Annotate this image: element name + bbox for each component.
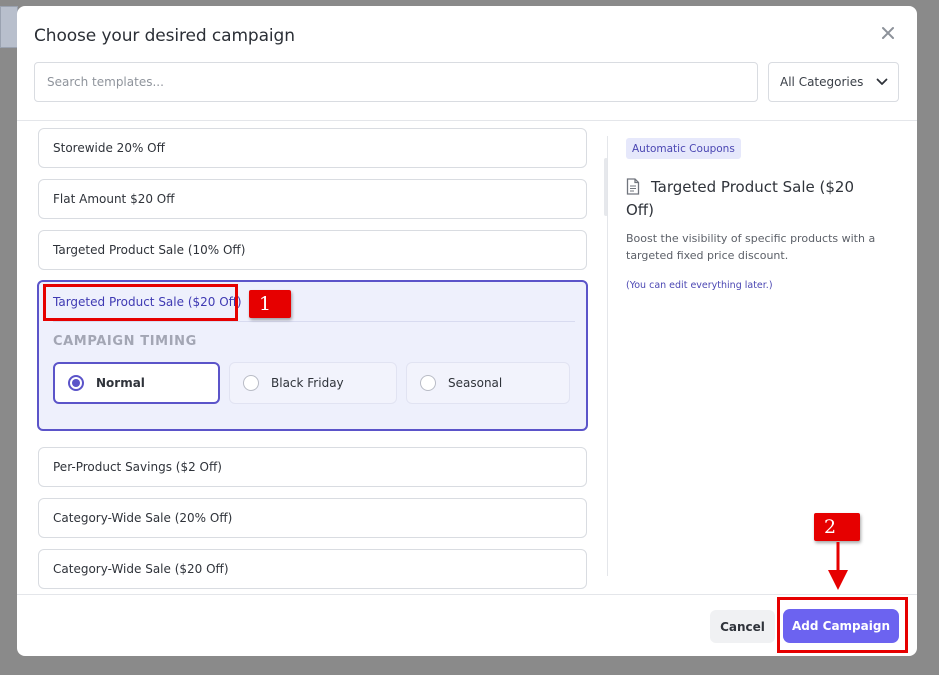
timing-option-seasonal[interactable]: Seasonal (406, 362, 570, 404)
preview-note: (You can edit everything later.) (626, 280, 773, 291)
timing-option-normal[interactable]: Normal (53, 362, 220, 404)
search-input[interactable] (34, 62, 758, 102)
template-label: Flat Amount $20 Off (53, 192, 175, 206)
footer-divider (17, 594, 917, 595)
campaign-modal: Choose your desired campaign All Categor… (17, 6, 917, 656)
template-label: Category-Wide Sale (20% Off) (53, 511, 233, 525)
template-label: Per-Product Savings ($2 Off) (53, 460, 222, 474)
panel-divider (607, 136, 608, 576)
template-item[interactable]: Category-Wide Sale (20% Off) (38, 498, 587, 538)
timing-option-label: Normal (96, 376, 145, 390)
template-list[interactable]: Storewide 20% Off Flat Amount $20 Off Ta… (17, 121, 607, 594)
template-item[interactable]: Flat Amount $20 Off (38, 179, 587, 219)
category-badge: Automatic Coupons (626, 138, 741, 159)
arrow-down-icon (828, 542, 848, 590)
timing-option-label: Seasonal (448, 376, 503, 390)
preview-title: Targeted Product Sale ($20 Off) (626, 178, 855, 219)
radio-icon (243, 375, 259, 391)
close-icon[interactable] (879, 24, 897, 42)
template-item[interactable]: Category-Wide Sale ($20 Off) (38, 549, 587, 589)
card-divider (53, 321, 575, 322)
background-panel-edge (0, 6, 18, 48)
radio-selected-icon (68, 375, 84, 391)
cancel-button[interactable]: Cancel (710, 610, 775, 643)
step-marker-1: 1 (249, 290, 291, 318)
template-label: Category-Wide Sale ($20 Off) (53, 562, 229, 576)
template-item[interactable]: Per-Product Savings ($2 Off) (38, 447, 587, 487)
preview-description: Boost the visibility of specific product… (626, 232, 876, 262)
campaign-timing-heading: CAMPAIGN TIMING (53, 334, 197, 349)
timing-option-black-friday[interactable]: Black Friday (229, 362, 397, 404)
template-item[interactable]: Storewide 20% Off (38, 128, 587, 168)
template-label: Storewide 20% Off (53, 141, 165, 155)
category-select[interactable]: All Categories (768, 62, 899, 102)
category-select-value: All Categories (780, 75, 864, 89)
chevron-down-icon (876, 78, 888, 85)
template-item[interactable]: Targeted Product Sale (10% Off) (38, 230, 587, 270)
timing-option-label: Black Friday (271, 376, 344, 390)
add-campaign-button[interactable]: Add Campaign (783, 609, 899, 643)
template-item-selected[interactable]: Targeted Product Sale ($20 Off) CAMPAIGN… (37, 280, 588, 431)
step-marker-2: 2 (814, 513, 860, 541)
template-label: Targeted Product Sale (10% Off) (53, 243, 246, 257)
selected-template-label: Targeted Product Sale ($20 Off) (53, 295, 242, 309)
modal-title: Choose your desired campaign (34, 26, 295, 46)
radio-icon (420, 375, 436, 391)
